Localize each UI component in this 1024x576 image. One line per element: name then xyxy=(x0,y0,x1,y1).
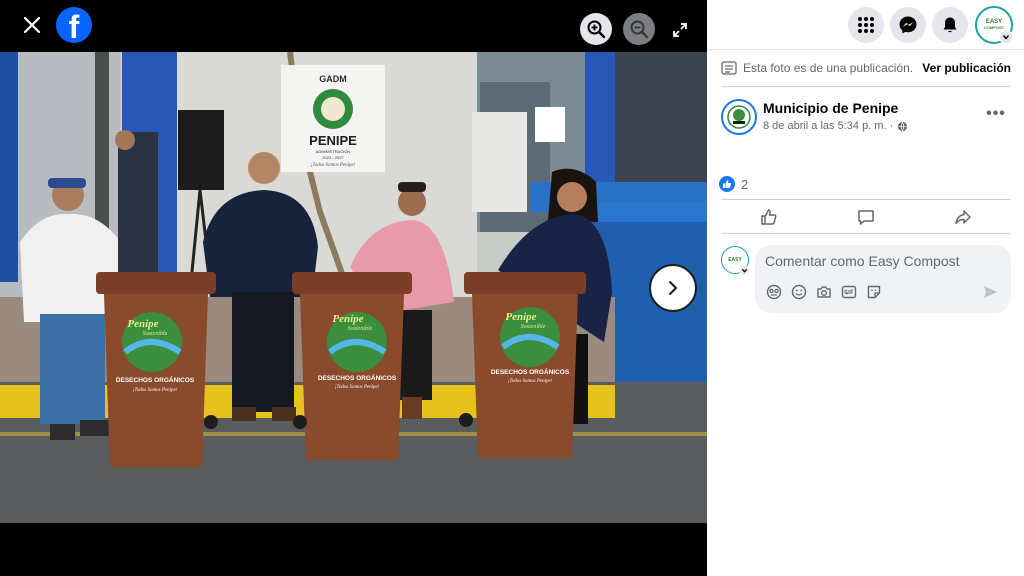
bin-2-motto: ¡Todos Somos Penipe! xyxy=(335,385,380,390)
bin-3-label: DESECHOS ORGÁNICOS xyxy=(491,367,570,376)
bin-3: Penipe Sostenible DESECHOS ORGÁNICOS ¡To… xyxy=(459,272,586,458)
avatar-sticker-button[interactable] xyxy=(765,283,782,300)
chevron-down-icon xyxy=(741,268,748,273)
post-actions xyxy=(721,199,1011,234)
reaction-count: 2 xyxy=(741,176,749,192)
gif-button[interactable] xyxy=(840,283,857,300)
emoji-button[interactable] xyxy=(790,283,807,300)
profile-avatar-line2: COMPOST xyxy=(983,25,1005,30)
more-options-button[interactable]: ••• xyxy=(983,104,1009,124)
bell-icon xyxy=(943,17,957,33)
banner-top-text: GADM xyxy=(319,74,347,84)
zoom-in-button[interactable] xyxy=(580,13,612,45)
avatar-sticker-icon xyxy=(766,284,781,299)
commenter-switch[interactable] xyxy=(739,265,750,276)
banner-name-text: PENIPE xyxy=(309,133,357,148)
facebook-logo-letter: f xyxy=(68,9,80,43)
next-photo-button[interactable] xyxy=(649,264,697,312)
profile-chevron xyxy=(999,30,1013,44)
banner-admin-text: ADMINISTRACIÓN xyxy=(316,149,351,154)
share-button[interactable] xyxy=(914,200,1011,233)
bin-2-brand-sub: Sostenible xyxy=(348,326,373,332)
bin-1-brand-top: Penipe xyxy=(127,318,158,330)
zoom-out-button[interactable] xyxy=(623,13,655,45)
post-date[interactable]: 8 de abril a las 5:34 p. m. · xyxy=(763,120,893,132)
post-photo: GADM PENIPE ADMINISTRACIÓN 2023 - 2027 ¡… xyxy=(0,52,707,523)
post-meta: 8 de abril a las 5:34 p. m. · xyxy=(763,120,908,132)
profile-button[interactable]: EASY COMPOST xyxy=(975,6,1013,44)
comment-composer: EASY xyxy=(721,245,1011,313)
person-guard xyxy=(115,130,158,272)
facebook-logo[interactable]: f xyxy=(56,7,92,43)
bin-3-motto: ¡Todos Somos Penipe! xyxy=(508,379,553,384)
page-avatar[interactable] xyxy=(721,99,757,135)
post-author: Municipio de Penipe 8 de abril a las 5:3… xyxy=(721,98,1011,138)
gif-icon xyxy=(841,285,856,298)
comment-box xyxy=(755,245,1011,313)
notifications-button[interactable] xyxy=(932,7,968,43)
author-name[interactable]: Municipio de Penipe xyxy=(763,100,898,116)
post-side-panel: EASY COMPOST Esta foto es de una publica… xyxy=(707,0,1024,576)
bin-1-motto: ¡Todos Somos Penipe! xyxy=(133,388,178,393)
bin-1-label: DESECHOS ORGÁNICOS xyxy=(116,375,195,384)
send-icon xyxy=(984,286,997,298)
chevron-right-icon xyxy=(669,281,677,295)
banner-motto-text: ¡Todos Somos Penipe! xyxy=(311,163,356,168)
messenger-icon xyxy=(899,16,917,34)
zoom-in-icon xyxy=(587,20,606,39)
bin-3-brand-top: Penipe xyxy=(505,311,536,323)
like-button[interactable] xyxy=(721,200,818,233)
close-icon xyxy=(23,16,41,34)
municipality-logo-icon xyxy=(727,105,751,129)
banner-years-text: 2023 - 2027 xyxy=(322,155,344,160)
comment-icon xyxy=(858,209,874,225)
post-icon xyxy=(721,61,737,75)
sticker-button[interactable] xyxy=(865,283,882,300)
comment-tools xyxy=(765,283,882,300)
notice-text: Esta foto es de una publicación. xyxy=(743,61,914,75)
bin-1-brand-sub: Sostenible xyxy=(143,331,168,337)
send-comment-button[interactable] xyxy=(981,283,999,301)
comment-input[interactable] xyxy=(765,253,1001,269)
chevron-down-icon xyxy=(1002,35,1010,40)
view-post-link[interactable]: Ver publicación xyxy=(922,61,1011,75)
globe-icon xyxy=(898,121,908,131)
like-reaction-icon xyxy=(719,176,735,192)
grid-menu-icon xyxy=(858,17,874,33)
fullscreen-icon xyxy=(673,23,687,37)
post-notice: Esta foto es de una publicación. Ver pub… xyxy=(721,58,1011,78)
bin-2-label: DESECHOS ORGÁNICOS xyxy=(318,373,397,382)
photo-viewer: f GADM PENIPE ADMINISTRACIÓN 2023 - 2027… xyxy=(0,0,707,576)
sticker-icon xyxy=(867,285,880,298)
bin-2-brand-top: Penipe xyxy=(332,313,363,325)
menu-button[interactable] xyxy=(848,7,884,43)
bin-2: Penipe Sostenible DESECHOS ORGÁNICOS ¡To… xyxy=(292,272,412,460)
zoom-out-icon xyxy=(630,20,649,39)
viewer-toolbar: f xyxy=(0,0,707,52)
like-icon xyxy=(761,208,777,225)
bin-1: Penipe Sostenible DESECHOS ORGÁNICOS ¡To… xyxy=(96,272,218,467)
close-button[interactable] xyxy=(16,9,48,41)
photo-scene: GADM PENIPE ADMINISTRACIÓN 2023 - 2027 ¡… xyxy=(0,52,707,523)
commenter-avatar-text: EASY xyxy=(728,257,742,263)
fullscreen-button[interactable] xyxy=(668,18,692,42)
messenger-button[interactable] xyxy=(890,7,926,43)
divider xyxy=(721,86,1011,87)
bin-3-brand-sub: Sostenible xyxy=(521,324,546,330)
comment-button[interactable] xyxy=(818,200,915,233)
camera-icon xyxy=(816,285,831,298)
top-nav: EASY COMPOST xyxy=(707,0,1024,50)
reaction-summary[interactable]: 2 xyxy=(719,175,748,193)
share-icon xyxy=(954,209,971,224)
emoji-icon xyxy=(791,284,806,299)
photo-button[interactable] xyxy=(815,283,832,300)
